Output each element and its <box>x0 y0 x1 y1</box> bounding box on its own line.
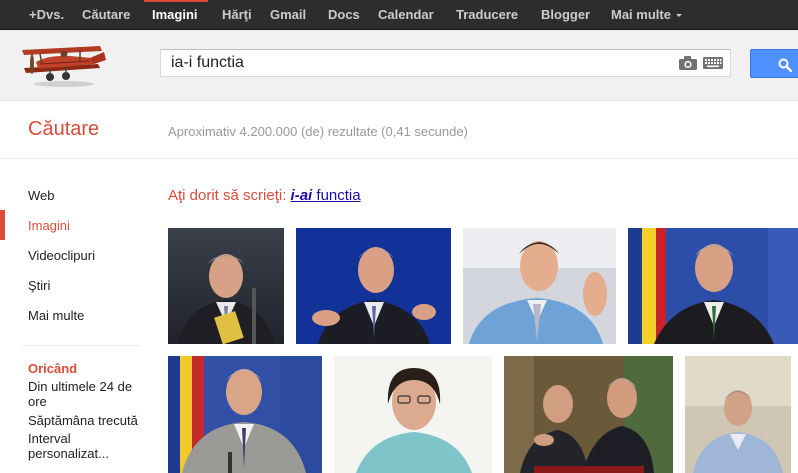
topbar-item-blogger[interactable]: Blogger <box>541 0 590 29</box>
topbar-item-search[interactable]: Căutare <box>82 0 130 29</box>
image-result-1[interactable] <box>168 228 284 344</box>
nav-item-videos[interactable]: Videoclipuri <box>28 248 95 263</box>
topbar-item-gmail[interactable]: Gmail <box>270 0 306 29</box>
nav-active-indicator <box>0 210 5 240</box>
time-filter-custom[interactable]: Interval personalizat... <box>28 431 140 461</box>
image-result-7[interactable] <box>504 356 673 473</box>
image-result-5[interactable] <box>168 356 322 473</box>
topbar-item-translate[interactable]: Traducere <box>456 0 518 29</box>
time-filter-title[interactable]: Oricând <box>28 361 77 376</box>
search-header <box>0 30 798 101</box>
topbar-item-docs[interactable]: Docs <box>328 0 360 29</box>
image-thumbnail <box>296 228 451 344</box>
topbar-item-images[interactable]: Imagini <box>152 0 198 29</box>
nav-divider <box>22 345 140 346</box>
search-box <box>160 49 731 77</box>
topbar-more-button[interactable]: Mai multe <box>611 0 682 29</box>
image-thumbnail <box>463 228 616 344</box>
topbar-item-calendar[interactable]: Calendar <box>378 0 434 29</box>
image-result-6[interactable] <box>334 356 492 473</box>
chevron-down-icon <box>675 14 682 18</box>
topbar-more-label: Mai multe <box>611 7 671 22</box>
spelling-corrected-word: i-ai <box>290 187 313 204</box>
image-result-2[interactable] <box>296 228 451 344</box>
top-nav-bar: +Dvs. Căutare Imagini Hărţi Gmail Docs C… <box>0 0 798 30</box>
image-result-8[interactable] <box>685 356 791 473</box>
image-thumbnail <box>334 356 492 473</box>
spelling-suggestion-link[interactable]: i-ai functia <box>291 187 361 204</box>
image-thumbnail <box>168 228 284 344</box>
time-filter-24h[interactable]: Din ultimele 24 de ore <box>28 379 140 409</box>
image-thumbnail <box>168 356 322 473</box>
time-filter-week[interactable]: Săptămâna trecută <box>28 413 140 428</box>
search-icon <box>778 58 792 72</box>
image-thumbnail <box>685 356 791 473</box>
image-thumbnail <box>504 356 673 473</box>
search-input[interactable] <box>161 50 661 76</box>
header-divider <box>0 158 798 159</box>
nav-item-news[interactable]: Ştiri <box>28 278 50 293</box>
spelling-prefix: Aţi dorit să scrieţi: <box>168 187 291 204</box>
search-button[interactable] <box>750 49 798 78</box>
nav-item-web[interactable]: Web <box>28 188 55 203</box>
topbar-item-maps[interactable]: Hărţi <box>222 0 252 29</box>
camera-icon[interactable] <box>679 56 697 70</box>
nav-item-images[interactable]: Imagini <box>28 218 70 233</box>
image-result-4[interactable] <box>628 228 798 344</box>
topbar-item-plus[interactable]: +Dvs. <box>29 0 64 29</box>
image-result-3[interactable] <box>463 228 616 344</box>
image-thumbnail <box>628 228 798 344</box>
page-title: Căutare <box>28 118 100 140</box>
spelling-rest: functia <box>312 187 361 204</box>
time-filter-24h-label: Din ultimele 24 de ore <box>28 379 133 409</box>
nav-item-more[interactable]: Mai multe <box>28 308 84 323</box>
result-stats: Aproximativ 4.200.000 (de) rezultate (0,… <box>168 124 468 139</box>
biplane-logo[interactable] <box>18 42 108 88</box>
keyboard-icon[interactable] <box>703 57 723 69</box>
spelling-suggestion: Aţi dorit să scrieţi: i-ai functia <box>168 187 361 204</box>
